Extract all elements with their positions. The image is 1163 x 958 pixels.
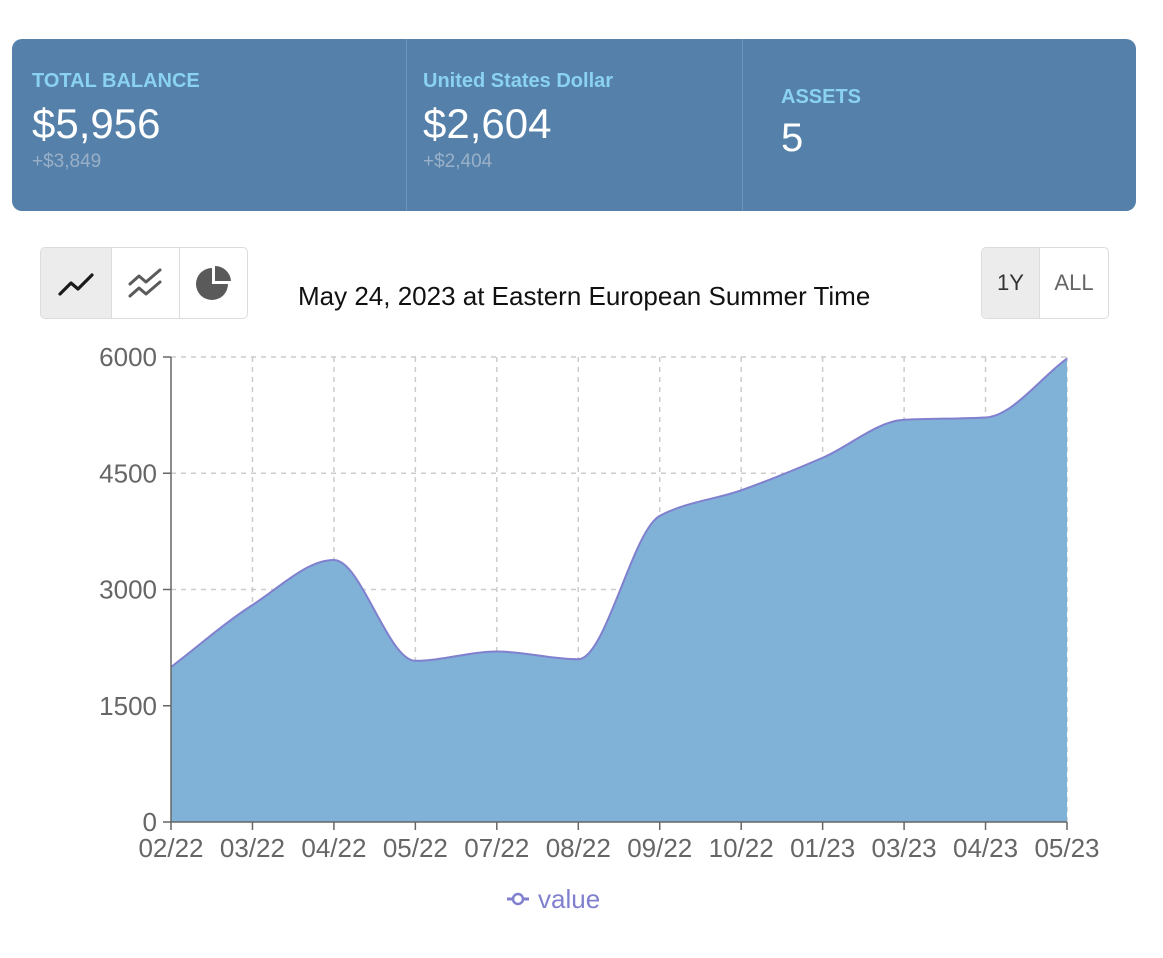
x-tick-label: 02/22 xyxy=(138,833,203,863)
x-tick-label: 05/23 xyxy=(1034,833,1099,863)
x-tick-label: 03/23 xyxy=(872,833,937,863)
y-tick-label: 6000 xyxy=(99,342,157,372)
portfolio-value-chart: 0150030004500600002/22 03/22 04/22 05/22 07/… xyxy=(99,342,1099,914)
legend-dot-marker xyxy=(511,892,525,906)
x-tick-label: 07/22 xyxy=(464,833,529,863)
x-tick-label: 04/23 xyxy=(953,833,1018,863)
x-tick-label: 03/22 xyxy=(220,833,285,863)
chart-legend[interactable]: value xyxy=(507,884,600,914)
x-tick-label: 08/22 xyxy=(546,833,611,863)
value-area xyxy=(171,358,1067,822)
legend-series-name: value xyxy=(538,884,600,914)
x-tick-label: 04/22 xyxy=(301,833,366,863)
x-tick-label: 01/23 xyxy=(790,833,855,863)
y-tick-label: 3000 xyxy=(99,575,157,605)
x-tick-label: 09/22 xyxy=(627,833,692,863)
y-tick-label: 4500 xyxy=(99,458,157,488)
x-tick-label: 05/22 xyxy=(383,833,448,863)
y-tick-label: 1500 xyxy=(99,691,157,721)
x-tick-label: 10/22 xyxy=(709,833,774,863)
